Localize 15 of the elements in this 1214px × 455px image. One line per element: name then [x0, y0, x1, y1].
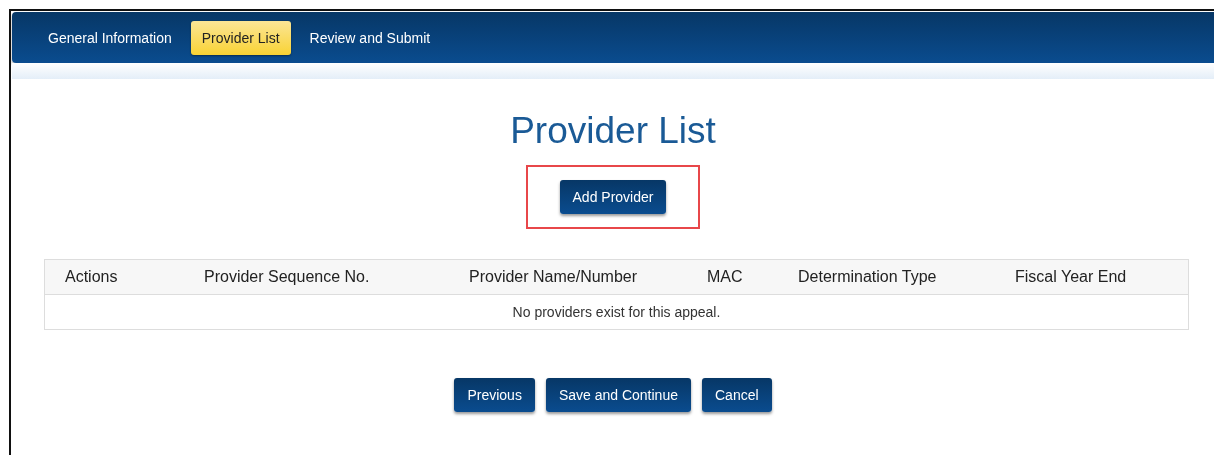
nav-tab[interactable]: Review and Submit [298, 20, 442, 55]
column-header: MAC [706, 267, 744, 287]
column-header: Provider Sequence No. [203, 267, 371, 287]
add-provider-button[interactable]: Add Provider [559, 180, 667, 214]
nav-button[interactable]: Cancel [702, 378, 772, 412]
column-header: Provider Name/Number [468, 267, 639, 287]
nav-tab[interactable]: Provider List [190, 20, 291, 55]
nav-button[interactable]: Previous [454, 378, 535, 412]
column-header: Determination Type [797, 267, 938, 287]
nav-button[interactable]: Save and Continue [545, 378, 691, 412]
nav-tab[interactable]: General Information [37, 20, 183, 55]
column-header: Actions [64, 267, 119, 287]
empty-message: No providers exist for this appeal. [511, 303, 722, 322]
column-header: Fiscal Year End [1014, 267, 1128, 287]
page-title: Provider List [510, 110, 716, 152]
